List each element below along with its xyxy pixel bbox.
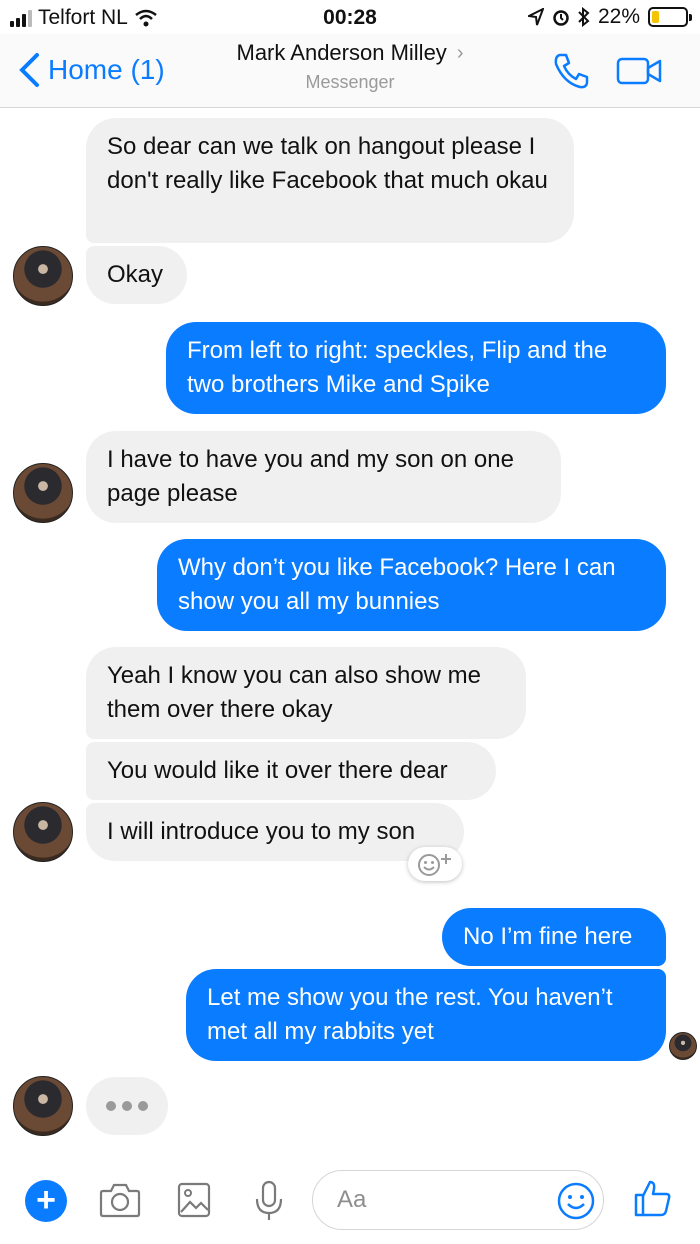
- microphone-icon[interactable]: [253, 1180, 285, 1222]
- message-input[interactable]: [337, 1183, 537, 1217]
- chevron-right-icon: ›: [456, 41, 464, 64]
- thumbs-up-icon[interactable]: [632, 1178, 672, 1218]
- contact-title[interactable]: Mark Anderson Milley › Messenger: [0, 40, 700, 93]
- message-bubble-outgoing[interactable]: From left to right: speckles, Flip and t…: [166, 322, 666, 414]
- message-bubble-outgoing[interactable]: Why don’t you like Facebook? Here I can …: [157, 539, 666, 631]
- contact-avatar[interactable]: [13, 246, 73, 306]
- alarm-icon: [553, 10, 569, 26]
- message-composer: +: [0, 1160, 700, 1244]
- contact-subtitle: Messenger: [305, 72, 395, 92]
- message-bubble-outgoing[interactable]: No I’m fine here: [442, 908, 666, 966]
- battery-icon: [648, 7, 692, 27]
- bluetooth-icon: [578, 7, 590, 27]
- plus-icon[interactable]: +: [25, 1180, 67, 1222]
- message-bubble-outgoing[interactable]: Let me show you the rest. You haven’t me…: [186, 969, 666, 1061]
- message-bubble-incoming[interactable]: Okay: [86, 246, 187, 304]
- status-bar: Telfort NL 00:28 22%: [0, 0, 700, 34]
- gallery-icon[interactable]: [177, 1182, 211, 1218]
- camera-icon[interactable]: [99, 1182, 141, 1218]
- message-bubble-incoming[interactable]: I have to have you and my son on one pag…: [86, 431, 561, 523]
- message-bubble-incoming[interactable]: Yeah I know you can also show me them ov…: [86, 647, 526, 739]
- contact-avatar[interactable]: [13, 802, 73, 862]
- read-receipt-avatar: [669, 1032, 697, 1060]
- message-bubble-incoming[interactable]: So dear can we talk on hangout please I …: [86, 118, 574, 243]
- message-bubble-incoming[interactable]: I will introduce you to my son: [86, 803, 464, 861]
- add-reaction-icon: [418, 854, 451, 876]
- battery-percent: 22%: [597, 5, 640, 28]
- contact-name: Mark Anderson Milley: [236, 40, 447, 65]
- status-right: 22%: [527, 5, 692, 29]
- message-input-box[interactable]: [312, 1170, 604, 1230]
- typing-indicator: [86, 1077, 168, 1135]
- add-reaction-button[interactable]: [408, 847, 462, 881]
- contact-avatar[interactable]: [13, 463, 73, 523]
- video-call-icon[interactable]: [616, 56, 662, 86]
- phone-call-icon[interactable]: [552, 52, 590, 90]
- contact-avatar[interactable]: [13, 1076, 73, 1136]
- message-bubble-incoming[interactable]: You would like it over there dear: [86, 742, 496, 800]
- conversation-header: Home (1) Mark Anderson Milley › Messenge…: [0, 34, 700, 108]
- emoji-icon[interactable]: [556, 1181, 596, 1221]
- location-icon: [527, 8, 544, 26]
